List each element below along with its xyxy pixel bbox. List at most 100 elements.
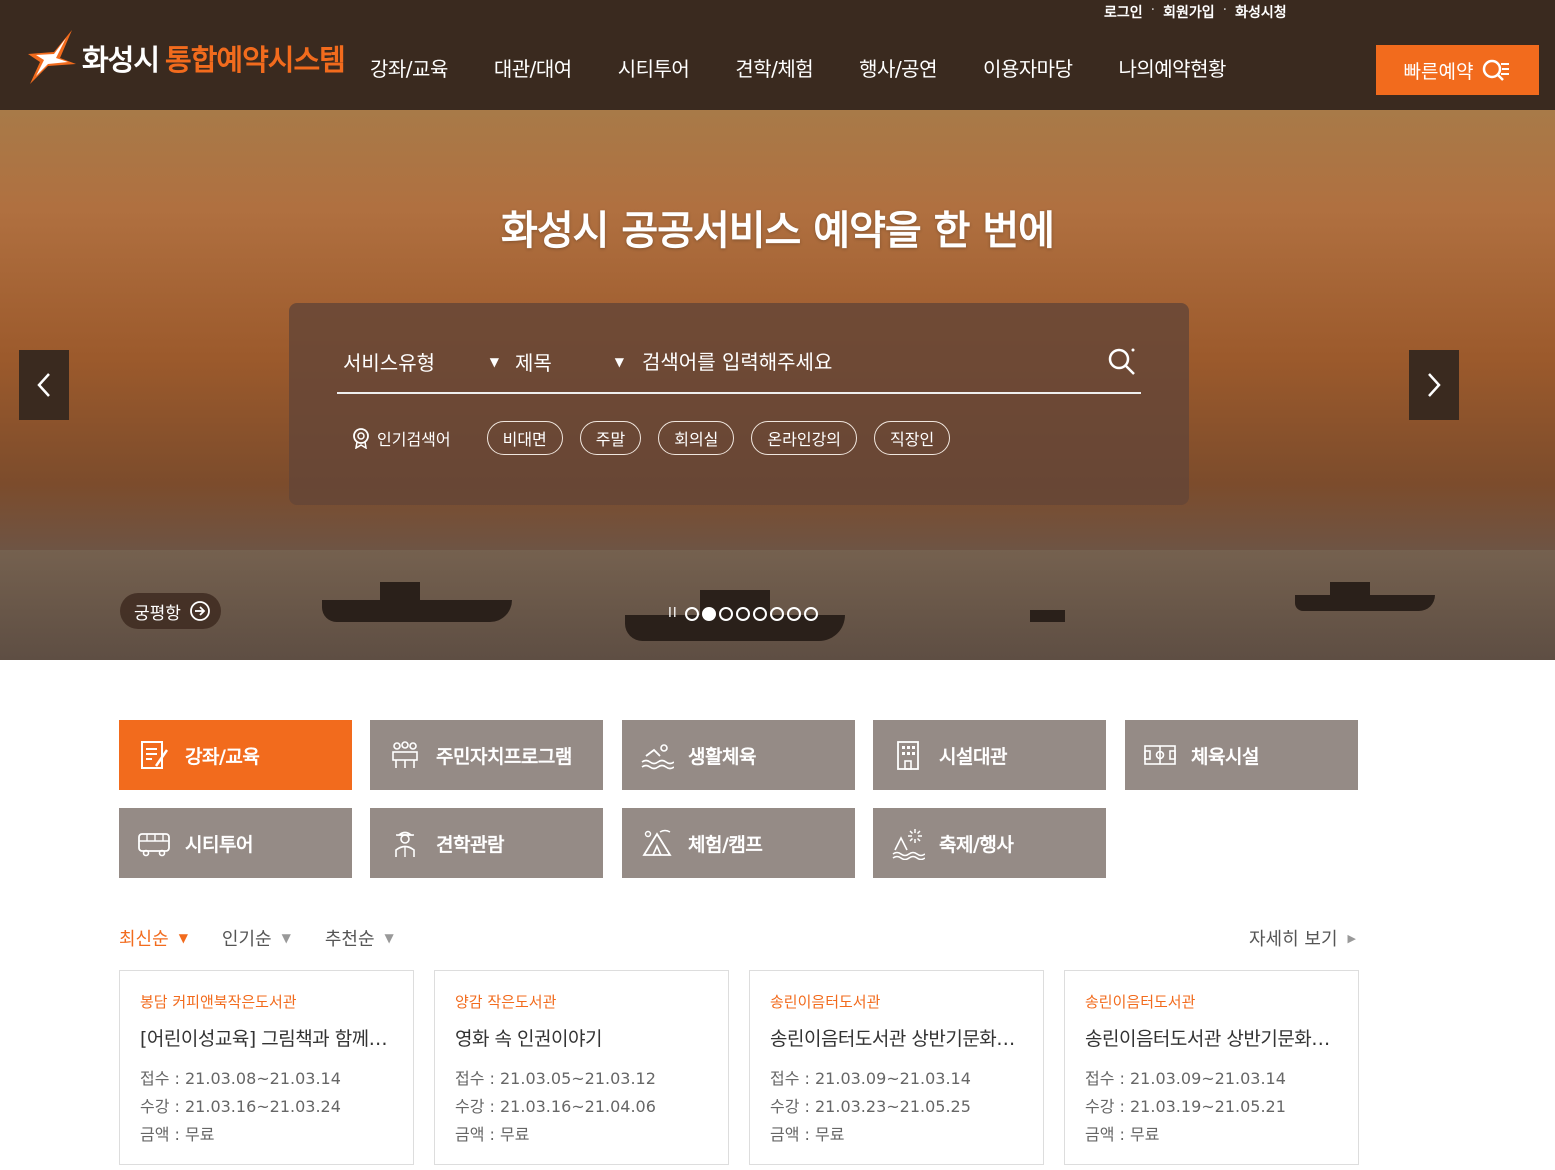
bus-icon — [138, 833, 170, 857]
category-festival-event[interactable]: 축제/행사 — [873, 808, 1106, 878]
card-course-period: 수강 : 21.03.23~21.05.25 — [770, 1097, 971, 1116]
logo-city: 화성시 — [82, 43, 160, 77]
caret-down-icon: ▼ — [614, 354, 624, 369]
chevron-left-icon — [37, 373, 50, 397]
card-reception-period: 접수 : 21.03.08~21.03.14 — [140, 1069, 341, 1088]
nav-tour-experience[interactable]: 견학/체험 — [735, 53, 813, 82]
category-experience-camp[interactable]: 체험/캠프 — [622, 808, 855, 878]
service-type-select[interactable]: 서비스유형 ▼ — [337, 347, 507, 376]
category-facility-rental[interactable]: 시설대관 — [873, 720, 1106, 790]
popular-keywords: 인기검색어 비대면 주말 회의실 온라인강의 직장인 — [351, 421, 967, 455]
tent-icon — [642, 829, 672, 856]
popular-tag[interactable]: 주말 — [579, 421, 642, 455]
popular-tag[interactable]: 직장인 — [874, 421, 951, 455]
sort-latest[interactable]: 최신순 ▼ — [119, 925, 188, 951]
sort-popular[interactable]: 인기순 ▼ — [222, 925, 291, 951]
card-reception-period: 접수 : 21.03.09~21.03.14 — [770, 1069, 971, 1088]
card-organization: 송린이음터도서관 — [1085, 993, 1196, 1011]
slide-dot[interactable] — [735, 606, 750, 621]
popular-tag[interactable]: 회의실 — [658, 421, 735, 455]
swimmer-icon — [641, 744, 674, 770]
slide-dot[interactable] — [752, 606, 767, 621]
category-tour-view[interactable]: 견학관람 — [370, 808, 603, 878]
chevron-right-icon — [1428, 373, 1441, 397]
card-title: 송린이음터도서관 상반기문화강좌 — [1085, 1028, 1338, 1050]
nav-rental[interactable]: 대관/대여 — [494, 53, 572, 82]
guide-icon — [395, 831, 415, 857]
card-course-period: 수강 : 21.03.16~21.04.06 — [455, 1097, 656, 1116]
prev-slide-button[interactable] — [19, 350, 69, 420]
separator: · — [1222, 2, 1228, 18]
card-title: 영화 속 인권이야기 — [455, 1028, 602, 1050]
caret-down-icon: ▼ — [489, 354, 499, 369]
card-title: [어린이성교육] 그림책과 함께하는 — [140, 1028, 393, 1050]
card-course-period: 수강 : 21.03.16~21.03.24 — [140, 1097, 341, 1116]
program-card[interactable]: 송린이음터도서관 송린이음터도서관 상반기문화강좌 접수 : 21.03.09~… — [1064, 970, 1359, 1165]
main-nav: 강좌/교육 대관/대여 시티투어 견학/체험 행사/공연 이용자마당 나의예약현… — [370, 53, 1272, 82]
category-sports-facility[interactable]: 체육시설 — [1125, 720, 1358, 790]
card-fee: 금액 : 무료 — [1085, 1125, 1160, 1144]
boat-silhouette — [1330, 582, 1370, 598]
slide-dot[interactable] — [803, 606, 818, 621]
card-course-period: 수강 : 21.03.19~21.05.21 — [1085, 1097, 1286, 1116]
building-icon — [897, 741, 919, 770]
site-logo[interactable]: 화성시 통합예약시스템 — [26, 28, 346, 88]
hero-banner: 화성시 공공서비스 예약을 한 번에 서비스유형 ▼ 제목 ▼ 검색어를 입력해… — [0, 110, 1555, 660]
program-card[interactable]: 봉담 커피앤북작은도서관 [어린이성교육] 그림책과 함께하는 접수 : 21.… — [119, 970, 414, 1165]
slide-dot[interactable] — [684, 606, 699, 621]
sort-recommended[interactable]: 추천순 ▼ — [325, 925, 394, 951]
search-icon[interactable] — [1107, 347, 1137, 377]
popular-label: 인기검색어 — [377, 430, 451, 449]
city-hall-link[interactable]: 화성시청 — [1235, 2, 1287, 22]
nav-event[interactable]: 행사/공연 — [859, 53, 937, 82]
arrow-circle-right-icon — [190, 601, 210, 621]
place-link[interactable]: 궁평항 — [120, 593, 221, 629]
caret-down-icon: ▼ — [178, 931, 188, 945]
slide-dot[interactable] — [701, 606, 716, 621]
program-card[interactable]: 양감 작은도서관 영화 속 인권이야기 접수 : 21.03.05~21.03.… — [434, 970, 729, 1165]
slide-dot[interactable] — [769, 606, 784, 621]
nav-my-reservation[interactable]: 나의예약현황 — [1118, 53, 1226, 82]
category-sports[interactable]: 생활체육 — [622, 720, 855, 790]
hero-title: 화성시 공공서비스 예약을 한 번에 — [501, 208, 1055, 254]
caret-down-icon: ▼ — [384, 931, 394, 945]
pause-icon[interactable]: II — [668, 606, 678, 621]
card-title: 송린이음터도서관 상반기문화강좌 — [770, 1028, 1023, 1050]
place-name: 궁평항 — [134, 603, 181, 624]
view-more-link[interactable]: 자세히 보기 ▶ — [1249, 925, 1356, 951]
nav-lecture[interactable]: 강좌/교육 — [370, 53, 448, 82]
next-slide-button[interactable] — [1409, 350, 1459, 420]
card-organization: 양감 작은도서관 — [455, 993, 557, 1011]
people-group-icon — [392, 741, 418, 768]
popular-tag[interactable]: 비대면 — [486, 421, 563, 455]
quick-reservation-button[interactable]: 빠른예약 — [1376, 45, 1539, 95]
program-card[interactable]: 송린이음터도서관 송린이음터도서관 상반기문화강좌 접수 : 21.03.09~… — [749, 970, 1044, 1165]
slide-dot[interactable] — [718, 606, 733, 621]
card-organization: 봉담 커피앤북작은도서관 — [140, 993, 297, 1011]
slide-dot[interactable] — [786, 606, 801, 621]
caret-down-icon: ▼ — [281, 931, 291, 945]
separator: · — [1150, 2, 1156, 18]
login-link[interactable]: 로그인 — [1104, 2, 1143, 22]
signup-link[interactable]: 회원가입 — [1163, 2, 1215, 22]
nav-city-tour[interactable]: 시티투어 — [618, 53, 690, 82]
quick-search-icon — [1483, 59, 1510, 81]
logo-star-icon — [28, 30, 76, 84]
category-resident-program[interactable]: 주민자치프로그램 — [370, 720, 603, 790]
card-fee: 금액 : 무료 — [455, 1125, 530, 1144]
card-organization: 송린이음터도서관 — [770, 993, 881, 1011]
sort-tabs: 최신순 ▼ 인기순 ▼ 추천순 ▼ — [119, 925, 428, 951]
popular-tag[interactable]: 온라인강의 — [751, 421, 858, 455]
category-lecture[interactable]: 강좌/교육 — [119, 720, 352, 790]
card-fee: 금액 : 무료 — [140, 1125, 215, 1144]
utility-links: 로그인 · 회원가입 · 화성시청 — [1104, 2, 1287, 22]
caret-right-icon: ▶ — [1347, 931, 1356, 945]
fireworks-icon — [892, 829, 925, 860]
field-icon — [1144, 745, 1176, 765]
category-city-tour[interactable]: 시티투어 — [119, 808, 352, 878]
nav-community[interactable]: 이용자마당 — [983, 53, 1073, 82]
boat-silhouette — [380, 582, 420, 604]
award-icon — [353, 428, 369, 449]
search-field-select[interactable]: 제목 ▼ — [507, 347, 632, 376]
search-input[interactable] — [632, 349, 1107, 374]
